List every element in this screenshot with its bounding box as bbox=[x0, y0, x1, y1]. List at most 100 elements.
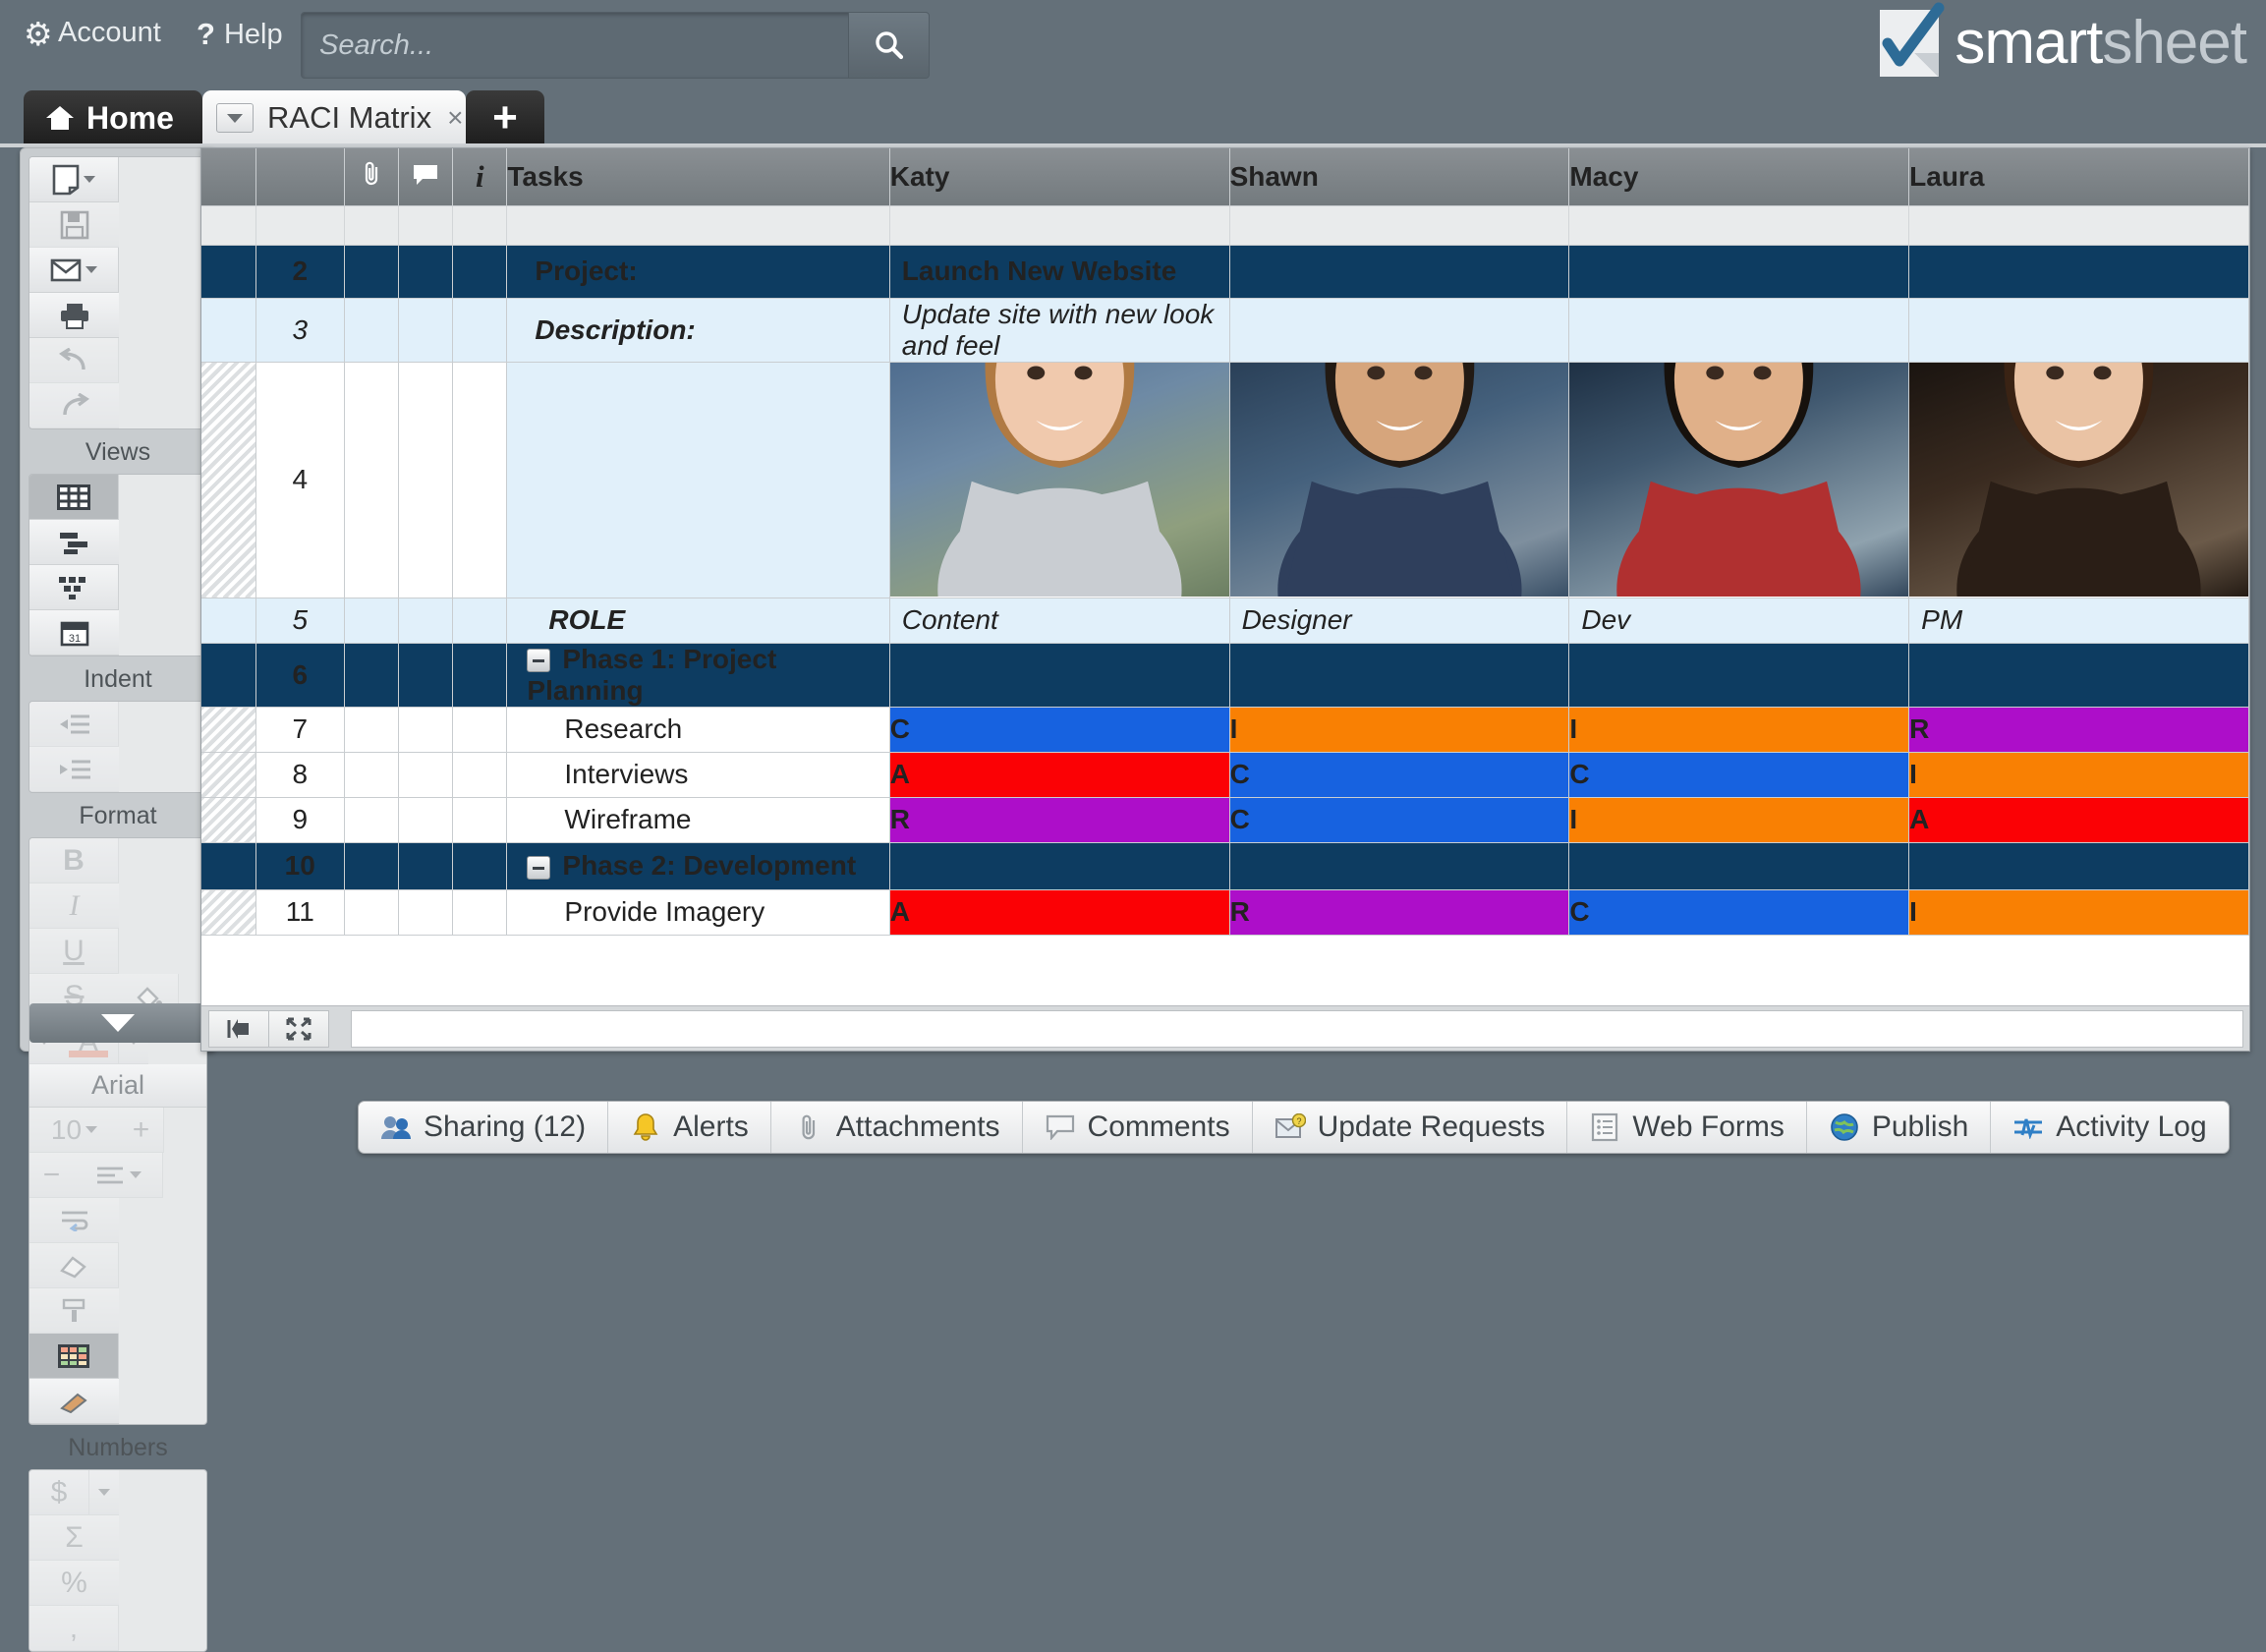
tab-home[interactable]: Home bbox=[24, 90, 202, 145]
raci-cell[interactable]: A bbox=[889, 752, 1229, 797]
value-cell[interactable] bbox=[1229, 842, 1569, 889]
increase-font-button[interactable]: + bbox=[119, 1108, 164, 1153]
task-cell[interactable]: Wireframe bbox=[507, 797, 889, 842]
value-cell[interactable]: Designer bbox=[1229, 598, 1569, 643]
currency-dropdown[interactable] bbox=[89, 1470, 119, 1515]
row-handle[interactable] bbox=[201, 797, 255, 842]
collapse-icon[interactable] bbox=[527, 856, 550, 880]
comment-cell[interactable] bbox=[398, 707, 452, 752]
value-cell[interactable] bbox=[1909, 245, 2249, 298]
comma-button[interactable]: ‚ bbox=[29, 1606, 119, 1651]
undo-button[interactable] bbox=[29, 338, 119, 383]
row-number[interactable]: 11 bbox=[255, 889, 344, 935]
raci-cell[interactable]: A bbox=[1909, 797, 2249, 842]
raci-cell[interactable]: I bbox=[1569, 797, 1909, 842]
value-cell[interactable] bbox=[1569, 643, 1909, 707]
comment-cell[interactable] bbox=[398, 362, 452, 598]
row-number[interactable]: 7 bbox=[255, 707, 344, 752]
table-row[interactable]: 8InterviewsACCI bbox=[201, 752, 2249, 797]
indent-button[interactable] bbox=[29, 747, 119, 792]
bottom-tab-alerts[interactable]: Alerts bbox=[608, 1102, 771, 1153]
value-cell[interactable] bbox=[889, 643, 1229, 707]
col-header-tasks[interactable]: Tasks bbox=[507, 148, 889, 205]
cell[interactable] bbox=[453, 205, 507, 245]
raci-cell[interactable]: R bbox=[889, 797, 1229, 842]
task-cell[interactable]: Project: bbox=[507, 245, 889, 298]
info-cell[interactable] bbox=[453, 797, 507, 842]
grid-view-button[interactable] bbox=[29, 475, 119, 520]
spreadsheet-area[interactable]: i Tasks Katy Shawn Macy Laura 2Project:L… bbox=[200, 147, 2250, 1052]
comment-cell[interactable] bbox=[398, 598, 452, 643]
raci-cell[interactable]: C bbox=[1569, 752, 1909, 797]
value-cell[interactable]: Dev bbox=[1569, 598, 1909, 643]
outdent-button[interactable] bbox=[29, 702, 119, 747]
sum-button[interactable]: Σ bbox=[29, 1515, 119, 1561]
value-cell[interactable] bbox=[1229, 643, 1569, 707]
bottom-tab-publish[interactable]: Publish bbox=[1807, 1102, 1991, 1153]
font-family-select[interactable]: Arial bbox=[29, 1064, 206, 1108]
table-row[interactable]: 5ROLEContentDesignerDevPM bbox=[201, 598, 2249, 643]
value-cell[interactable] bbox=[1229, 245, 1569, 298]
new-sheet-button[interactable] bbox=[29, 157, 119, 202]
raci-cell[interactable]: C bbox=[1569, 889, 1909, 935]
task-cell[interactable] bbox=[507, 362, 889, 598]
info-cell[interactable] bbox=[453, 643, 507, 707]
col-header-macy[interactable]: Macy bbox=[1569, 148, 1909, 205]
raci-cell[interactable]: A bbox=[889, 889, 1229, 935]
value-cell[interactable]: Launch New Website bbox=[889, 245, 1229, 298]
attachment-cell[interactable] bbox=[344, 797, 398, 842]
percent-button[interactable]: % bbox=[29, 1561, 119, 1606]
font-size-select[interactable]: 10 bbox=[29, 1108, 119, 1153]
attachment-cell[interactable] bbox=[344, 643, 398, 707]
add-tab-button[interactable]: + bbox=[466, 90, 544, 145]
row-handle[interactable] bbox=[201, 842, 255, 889]
attachment-cell[interactable] bbox=[344, 362, 398, 598]
highlighter-button[interactable] bbox=[29, 1379, 119, 1424]
row-number[interactable]: 6 bbox=[255, 643, 344, 707]
attachment-cell[interactable] bbox=[344, 842, 398, 889]
col-header-attachment[interactable] bbox=[344, 148, 398, 205]
clear-format-button[interactable] bbox=[29, 1243, 119, 1288]
bold-button[interactable]: B bbox=[29, 838, 119, 883]
conditional-format-button[interactable] bbox=[29, 1334, 119, 1379]
collapse-icon[interactable] bbox=[527, 649, 550, 672]
send-email-button[interactable] bbox=[29, 248, 119, 293]
search-box[interactable] bbox=[301, 12, 930, 79]
value-cell[interactable] bbox=[1909, 842, 2249, 889]
person-photo-cell[interactable] bbox=[1569, 362, 1909, 598]
person-photo-cell[interactable] bbox=[889, 362, 1229, 598]
row-handle[interactable] bbox=[201, 752, 255, 797]
task-cell[interactable]: Phase 2: Development bbox=[507, 842, 889, 889]
info-cell[interactable] bbox=[453, 245, 507, 298]
row-handle[interactable] bbox=[201, 643, 255, 707]
raci-cell[interactable]: C bbox=[1229, 797, 1569, 842]
cell[interactable] bbox=[1569, 205, 1909, 245]
row-number[interactable]: 2 bbox=[255, 245, 344, 298]
cell[interactable] bbox=[255, 205, 344, 245]
bottom-tab-attachments[interactable]: Attachments bbox=[771, 1102, 1023, 1153]
cell[interactable] bbox=[201, 205, 255, 245]
table-row[interactable] bbox=[201, 205, 2249, 245]
table-row[interactable]: 7ResearchCIIR bbox=[201, 707, 2249, 752]
row-handle[interactable] bbox=[201, 889, 255, 935]
raci-cell[interactable]: C bbox=[1229, 752, 1569, 797]
attachment-cell[interactable] bbox=[344, 752, 398, 797]
format-painter-button[interactable] bbox=[29, 1288, 119, 1334]
table-row[interactable]: 6Phase 1: Project Planning bbox=[201, 643, 2249, 707]
info-cell[interactable] bbox=[453, 362, 507, 598]
col-header-comment[interactable] bbox=[398, 148, 452, 205]
table-row[interactable]: 2 Project:Launch New Website bbox=[201, 245, 2249, 298]
task-cell[interactable]: Description: bbox=[507, 298, 889, 362]
info-cell[interactable] bbox=[453, 752, 507, 797]
row-handle[interactable] bbox=[201, 245, 255, 298]
table-row[interactable]: 4 bbox=[201, 362, 2249, 598]
bottom-tab-web-forms[interactable]: Web Forms bbox=[1567, 1102, 1806, 1153]
cell[interactable] bbox=[1229, 205, 1569, 245]
bottom-tab-sharing[interactable]: Sharing (12) bbox=[359, 1102, 608, 1153]
row-number[interactable]: 10 bbox=[255, 842, 344, 889]
person-photo-cell[interactable] bbox=[1229, 362, 1569, 598]
decrease-font-button[interactable]: − bbox=[29, 1153, 74, 1198]
redo-button[interactable] bbox=[29, 383, 119, 428]
raci-cell[interactable]: R bbox=[1909, 707, 2249, 752]
col-header-rownum[interactable] bbox=[255, 148, 344, 205]
